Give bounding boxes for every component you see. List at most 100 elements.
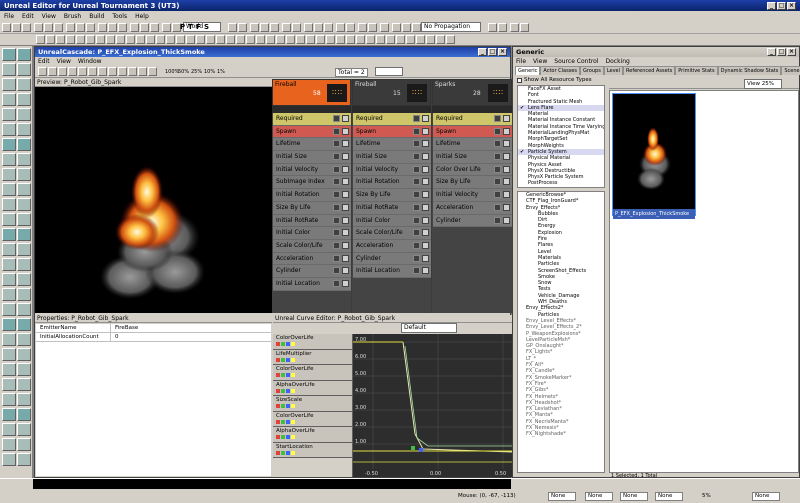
speed-option[interactable]: 1% [217, 69, 225, 75]
mode-button[interactable] [17, 378, 31, 391]
module-row[interactable]: Lifetime [433, 138, 512, 152]
mode-button[interactable] [17, 288, 31, 301]
channel-swatch[interactable] [281, 342, 285, 346]
toolbar-button[interactable] [162, 23, 171, 32]
cascade-toolbar-button[interactable] [68, 67, 77, 76]
module-enable-checkbox[interactable] [422, 191, 429, 199]
main-menu-item[interactable]: Tools [112, 13, 127, 20]
toolbar-button[interactable] [292, 23, 301, 32]
module-curve-toggle[interactable] [494, 153, 501, 161]
module-enable-checkbox[interactable] [342, 254, 349, 262]
toolbar-button[interactable] [176, 35, 185, 44]
toolbar-button[interactable] [324, 23, 333, 32]
curve-list-item[interactable]: SizeScale [273, 396, 352, 412]
module-row[interactable]: Lifetime [353, 138, 431, 152]
status-box-1[interactable]: None [548, 492, 576, 501]
module-enable-checkbox[interactable] [422, 127, 429, 135]
module-row[interactable]: Initial Rotation [273, 189, 351, 202]
toolbar-button[interactable] [46, 35, 55, 44]
curve-graph[interactable]: 7.006.005.004.003.002.001.00-0.50 0.00 0.5… [353, 334, 512, 477]
module-row[interactable]: Initial Velocity [433, 189, 512, 202]
generic-menu-item[interactable]: Source Control [554, 58, 598, 65]
toolbar-button[interactable] [118, 23, 127, 32]
module-enable-checkbox[interactable] [422, 178, 429, 186]
toolbar-button[interactable] [150, 23, 159, 32]
browser-tab[interactable]: Scene Manager [781, 66, 800, 75]
curve-list-item[interactable]: AlphaOverLife [273, 380, 352, 396]
toolbar-button[interactable] [66, 35, 75, 44]
module-curve-toggle[interactable] [413, 241, 420, 249]
view-letter[interactable]: P [180, 23, 185, 31]
channel-swatch[interactable] [276, 435, 280, 439]
main-menu-item[interactable]: Help [135, 13, 149, 20]
module-curve-toggle[interactable] [333, 279, 340, 287]
mode-button[interactable] [17, 183, 31, 196]
toolbar-button[interactable] [96, 35, 105, 44]
channel-swatch[interactable] [286, 450, 290, 455]
toolbar-button[interactable] [236, 35, 245, 44]
package-item[interactable]: FX_Nightshade* [518, 431, 604, 437]
module-row[interactable]: Initial RotRate [273, 214, 351, 228]
toolbar-button[interactable] [314, 23, 323, 32]
channel-swatch[interactable] [276, 404, 280, 408]
module-curve-toggle[interactable] [413, 267, 420, 275]
maximize-button[interactable]: □ [777, 1, 786, 10]
module-enable-checkbox[interactable] [342, 279, 349, 287]
channel-swatch[interactable] [281, 435, 285, 439]
channel-swatch[interactable] [286, 404, 290, 408]
mode-button[interactable] [2, 423, 16, 436]
module-curve-toggle[interactable] [333, 267, 340, 275]
channel-swatch[interactable] [291, 404, 295, 408]
module-curve-toggle[interactable] [413, 229, 420, 237]
module-enable-checkbox[interactable] [503, 140, 510, 148]
channel-swatch[interactable] [276, 388, 280, 393]
toolbar-button[interactable] [488, 23, 497, 32]
toolbar-button[interactable] [246, 35, 255, 44]
module-row[interactable]: Required [433, 113, 512, 126]
module-enable-checkbox[interactable] [422, 267, 429, 275]
preview-viewport[interactable] [35, 87, 272, 313]
resource-type-item[interactable]: PostProcess [518, 180, 604, 186]
module-enable-checkbox[interactable] [342, 216, 349, 224]
mode-button[interactable] [17, 108, 31, 121]
module-enable-checkbox[interactable] [503, 165, 510, 173]
mode-button[interactable] [17, 93, 31, 106]
module-enable-checkbox[interactable] [342, 127, 349, 135]
actor-combo[interactable] [375, 67, 403, 76]
toolbar-button[interactable] [106, 35, 115, 44]
toolbar-button[interactable] [98, 23, 107, 32]
cascade-toolbar-button[interactable] [38, 67, 47, 76]
mode-button[interactable] [17, 318, 31, 331]
channel-swatch[interactable] [286, 419, 290, 424]
toolbar-button[interactable] [256, 35, 265, 44]
status-box-5[interactable]: None [752, 492, 780, 501]
mode-button[interactable] [17, 393, 31, 406]
show-all-row[interactable]: Show All Resource Types [517, 77, 592, 83]
generic-close-button[interactable]: × [787, 48, 796, 56]
toolbar-button[interactable] [116, 35, 125, 44]
mode-button[interactable] [2, 303, 16, 316]
mode-button[interactable] [2, 213, 16, 226]
mode-button[interactable] [2, 183, 16, 196]
generic-menu-item[interactable]: View [533, 58, 547, 65]
module-enable-checkbox[interactable] [422, 216, 429, 224]
module-curve-toggle[interactable] [413, 191, 420, 199]
status-box-4[interactable]: None [655, 492, 683, 501]
mode-button[interactable] [2, 318, 16, 331]
module-row[interactable]: SubImage Index [273, 176, 351, 190]
module-row[interactable]: Size By Life [353, 189, 431, 202]
toolbar-button[interactable] [386, 35, 395, 44]
curve-key[interactable] [419, 448, 423, 452]
mode-button[interactable] [2, 408, 16, 421]
toolbar-button[interactable] [2, 23, 11, 32]
channel-swatch[interactable] [276, 342, 280, 346]
toolbar-button[interactable] [76, 35, 85, 44]
toolbar-button[interactable] [326, 35, 335, 44]
module-enable-checkbox[interactable] [503, 203, 510, 211]
curve-list-item[interactable]: ColorOverLife [273, 365, 352, 381]
toolbar-button[interactable] [166, 35, 175, 44]
curve-list-item[interactable]: StartLocation [273, 442, 352, 458]
toolbar-button[interactable] [346, 35, 355, 44]
toolbar-button[interactable] [392, 23, 401, 32]
toolbar-button[interactable] [426, 35, 435, 44]
